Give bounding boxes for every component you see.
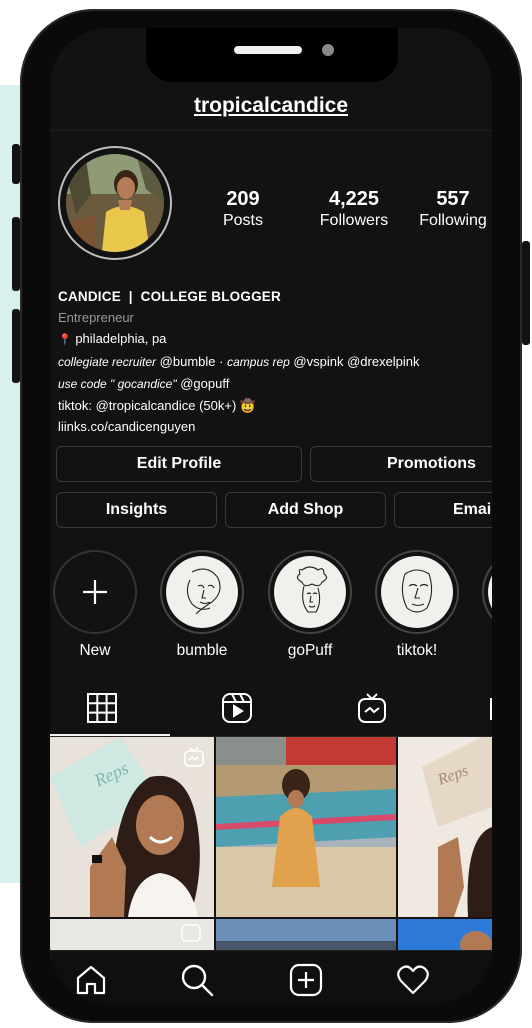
profile-tabs [50, 678, 492, 737]
highlight-gopuff-label: goPuff [287, 642, 333, 659]
add-shop-button[interactable]: Add Shop [225, 492, 386, 528]
highlight-partial-cover [488, 556, 492, 628]
bio-recruiter-handle[interactable]: @bumble [160, 354, 216, 369]
stat-following[interactable]: 557 Following [412, 188, 492, 230]
stat-following-value: 557 [436, 188, 470, 210]
igtv-icon[interactable] [356, 692, 388, 729]
highlight-partial[interactable] [482, 550, 492, 634]
volume-up-button [12, 217, 20, 291]
screen: tropicalcandice 209 Posts 4,225 Follower… [50, 28, 492, 1004]
phone-frame: tropicalcandice 209 Posts 4,225 Follower… [12, 9, 530, 1023]
volume-down-button [12, 309, 20, 383]
bio-code-label: use code " gocandice" [58, 377, 177, 391]
stat-posts-value: 209 [226, 188, 260, 210]
highlight-bumble-ring [160, 550, 244, 634]
highlight-gopuff[interactable]: goPuff [268, 550, 352, 660]
highlight-new-ring [53, 550, 137, 634]
bio-separator: · [219, 354, 228, 369]
face-sketch-icon [381, 556, 453, 628]
search-icon[interactable] [180, 963, 214, 1002]
bio-recruiter-line: collegiate recruiter @bumble · campus re… [58, 351, 488, 373]
profile-username[interactable]: tropicalcandice [50, 94, 492, 118]
insights-button[interactable]: Insights [56, 492, 217, 528]
grid-icon[interactable] [86, 692, 118, 729]
active-tab-indicator [50, 734, 170, 736]
mute-switch [12, 144, 20, 184]
bottom-nav-bar [50, 950, 492, 1004]
notch [146, 28, 398, 82]
highlight-new-label: New [79, 642, 111, 659]
face-line-art-icon [166, 556, 238, 628]
post-thumbnail-1[interactable]: Reps [50, 737, 214, 917]
tagged-icon[interactable] [490, 692, 492, 729]
highlight-partial-ring [482, 550, 492, 634]
home-icon[interactable] [74, 963, 108, 1002]
stat-following-label: Following [419, 212, 487, 229]
bio-link[interactable]: liinks.co/candicenguyen [58, 416, 488, 437]
email-button[interactable]: Email [394, 492, 492, 528]
location-pin-icon: 📍 [58, 334, 72, 346]
highlight-tiktok[interactable]: tiktok! [375, 550, 459, 660]
highlight-bumble-label: bumble [176, 642, 228, 659]
bio-location-line: 📍 philadelphia, pa [58, 328, 488, 351]
highlight-gopuff-ring [268, 550, 352, 634]
front-camera [322, 44, 334, 56]
stat-followers[interactable]: 4,225 Followers [304, 188, 404, 230]
bio-rep-label: campus rep [227, 355, 290, 369]
post-thumbnail-2[interactable] [216, 737, 396, 917]
stat-followers-label: Followers [319, 212, 389, 229]
bio-code-line: use code " gocandice" @gopuff [58, 373, 488, 395]
profile-name: CANDICE | COLLEGE BLOGGER [58, 289, 281, 304]
bio-rep-handles[interactable]: @vspink @drexelpink [293, 354, 419, 369]
edit-profile-button[interactable]: Edit Profile [56, 446, 302, 482]
stat-posts[interactable]: 209 Posts [210, 188, 276, 230]
reel-badge-icon [184, 747, 204, 772]
avatar-photo [66, 154, 164, 252]
heart-icon[interactable] [396, 963, 430, 1002]
bio-recruiter-label: collegiate recruiter [58, 355, 157, 369]
plus-icon [59, 556, 131, 628]
new-post-icon[interactable] [289, 963, 323, 1002]
stat-followers-value: 4,225 [328, 188, 380, 210]
profile-category: Entrepreneur [58, 310, 134, 325]
highlight-bumble[interactable]: bumble [160, 550, 244, 660]
stat-posts-label: Posts [222, 212, 263, 229]
flower-face-icon [274, 556, 346, 628]
profile-bio: CANDICE | COLLEGE BLOGGER Entrepreneur 📍… [58, 286, 488, 437]
reels-icon[interactable] [221, 692, 253, 729]
highlight-new[interactable]: New [53, 550, 137, 660]
header-divider [50, 130, 492, 131]
bio-location: philadelphia, pa [75, 331, 167, 346]
avatar[interactable] [58, 146, 172, 260]
power-button [522, 241, 530, 345]
promotions-button[interactable]: Promotions [310, 446, 492, 482]
highlight-tiktok-ring [375, 550, 459, 634]
speaker [234, 46, 302, 54]
post-thumbnail-3[interactable]: Reps [398, 737, 492, 917]
bio-tiktok-line: tiktok: @tropicalcandice (50k+) 🤠 [58, 398, 257, 413]
bio-code-handle[interactable]: @gopuff [180, 376, 229, 391]
highlight-tiktok-label: tiktok! [396, 642, 438, 659]
